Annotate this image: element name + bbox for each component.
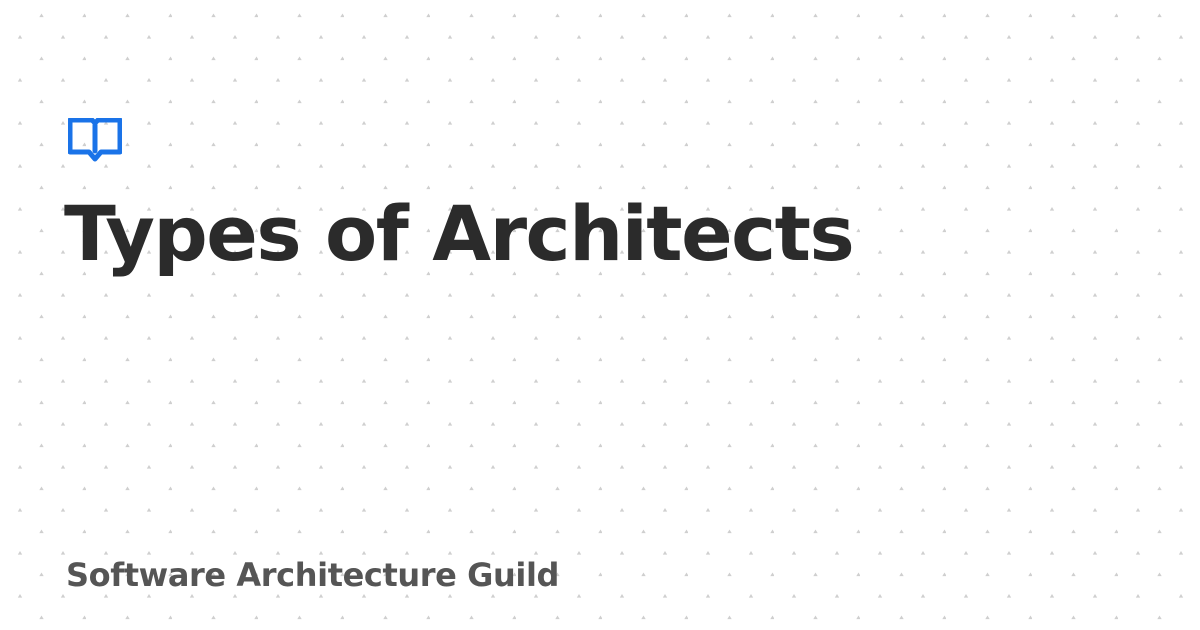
page-title: Types of Architects [64,189,855,278]
site-name: Software Architecture Guild [66,556,560,594]
background-dot-pattern [0,0,1200,630]
book-open-icon [67,117,123,162]
site-logo [67,117,123,162]
